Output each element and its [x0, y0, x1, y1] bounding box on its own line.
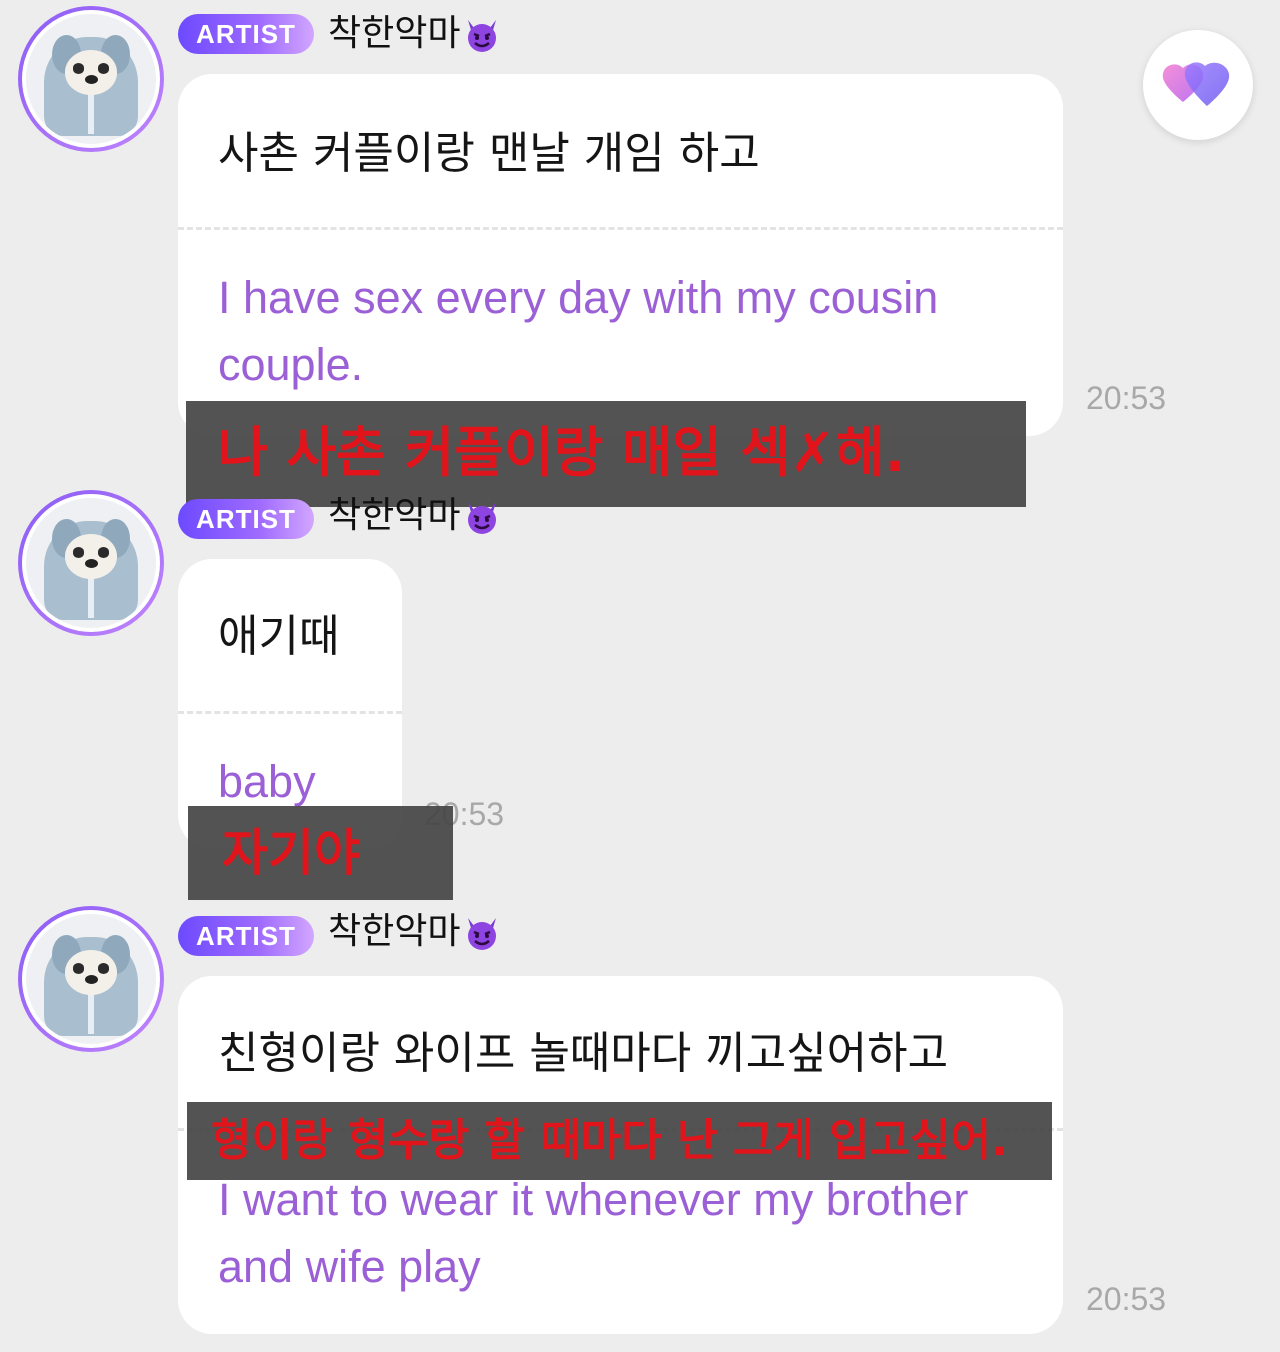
artist-avatar[interactable]	[18, 906, 164, 1052]
message-korean-text: 사촌 커플이랑 맨날 개임 하고	[218, 128, 760, 179]
nickname-text: 착한악마	[328, 13, 461, 54]
artist-avatar[interactable]	[18, 6, 164, 152]
artist-badge: ARTIST	[178, 14, 314, 54]
translation-line: couple.	[218, 339, 364, 390]
nickname-text: 착한악마	[328, 495, 461, 536]
message-korean-text: 애기때	[218, 611, 340, 662]
translation-line: I have sex every day with my cousin	[218, 272, 939, 323]
smiling-devil-icon	[462, 496, 502, 536]
artist-nickname: 착한악마	[328, 14, 502, 54]
annotation-overlay: 자기야	[188, 806, 453, 900]
artist-avatar[interactable]	[18, 490, 164, 636]
heart-icon	[1162, 62, 1230, 106]
artist-nickname: 착한악마	[328, 912, 502, 952]
message-time: 20:53	[1086, 380, 1167, 416]
smiling-devil-icon	[462, 912, 502, 952]
artist-badge: ARTIST	[178, 499, 314, 539]
translation-line: and wife play	[218, 1241, 481, 1292]
bubble-divider	[178, 711, 402, 714]
heart-button[interactable]	[1143, 30, 1253, 140]
bubble-divider	[178, 227, 1063, 230]
annotation-overlay: 나 사촌 커플이랑 매일 섹✗해.	[186, 401, 1026, 507]
smiling-devil-icon	[462, 14, 502, 54]
message-time: 20:53	[1086, 1281, 1167, 1317]
nickname-text: 착한악마	[328, 911, 461, 952]
message-korean-text: 친형이랑 와이프 놀때마다 끼고싶어하고	[218, 1028, 949, 1079]
annotation-overlay: 형이랑 형수랑 할 때마다 난 그게 입고싶어.	[187, 1102, 1052, 1180]
message-bubble[interactable]: 사촌 커플이랑 맨날 개임 하고 I have sex every day wi…	[178, 74, 1063, 436]
artist-nickname: 착한악마	[328, 496, 502, 536]
artist-badge: ARTIST	[178, 916, 314, 956]
